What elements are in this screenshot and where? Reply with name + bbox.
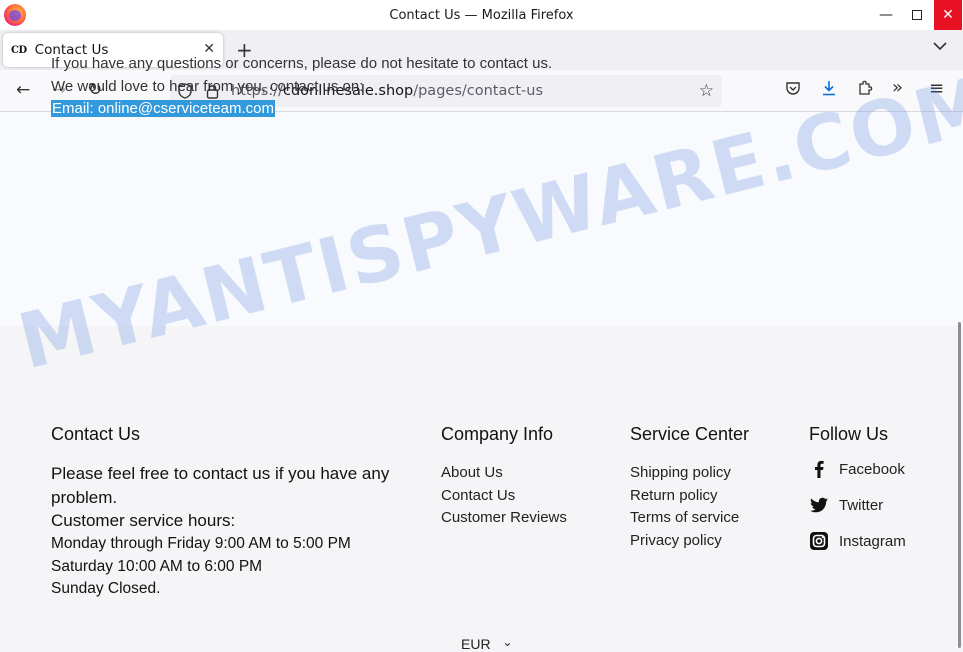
close-window-button[interactable]: ✕ <box>934 0 962 30</box>
footer-link-shipping-policy[interactable]: Shipping policy <box>630 462 749 485</box>
instagram-icon <box>809 531 829 551</box>
window-title: Contact Us — Mozilla Firefox <box>389 7 574 23</box>
footer-contact-column: Contact Us Please feel free to contact u… <box>51 424 391 601</box>
footer-link-contact-us[interactable]: Contact Us <box>441 485 567 508</box>
bookmark-star-icon[interactable]: ☆ <box>699 81 714 101</box>
puzzle-piece-icon <box>859 80 873 95</box>
footer-service-heading: Service Center <box>630 424 750 444</box>
footer-link-terms-of-service[interactable]: Terms of service <box>630 507 749 530</box>
social-link-instagram[interactable]: Instagram <box>809 523 906 559</box>
currency-value: EUR <box>461 636 491 652</box>
chevron-down-icon <box>933 42 947 51</box>
footer-link-about-us[interactable]: About Us <box>441 462 567 485</box>
maximize-button[interactable] <box>903 0 931 30</box>
back-button[interactable]: ← <box>16 80 30 100</box>
footer-link-customer-reviews[interactable]: Customer Reviews <box>441 507 567 530</box>
content-section <box>0 112 963 326</box>
chevron-down-icon: ⌄ <box>502 635 513 649</box>
app-menu-button[interactable]: ≡ <box>929 78 944 99</box>
intro-line-1: If you have any questions or concerns, p… <box>51 55 553 72</box>
favicon-icon: CD <box>11 44 27 56</box>
firefox-logo-icon <box>4 4 26 26</box>
title-bar: Contact Us — Mozilla Firefox — ✕ <box>0 0 963 30</box>
footer-link-return-policy[interactable]: Return policy <box>630 485 749 508</box>
footer-service-column: Service Center Shipping policy Return po… <box>630 424 749 553</box>
currency-selector[interactable]: EUR ⌄ <box>461 635 513 652</box>
social-link-twitter[interactable]: Twitter <box>809 487 906 523</box>
footer-hours-sunday: Sunday Closed. <box>51 580 161 598</box>
footer-hours-label: Customer service hours: <box>51 511 236 530</box>
page-scrollbar[interactable] <box>958 322 961 648</box>
footer-contact-text: Please feel free to contact us if you ha… <box>51 464 390 507</box>
footer-hours-weekday: Monday through Friday 9:00 AM to 5:00 PM <box>51 535 351 552</box>
pocket-button[interactable] <box>785 80 801 100</box>
more-tools-button[interactable]: » <box>892 77 903 98</box>
footer-company-column: Company Info About Us Contact Us Custome… <box>441 424 567 530</box>
footer-follow-heading: Follow Us <box>809 424 889 444</box>
footer-follow-column: Follow Us Facebook Twitter Instagram <box>809 424 906 559</box>
social-link-facebook[interactable]: Facebook <box>809 451 906 487</box>
download-icon <box>823 81 835 96</box>
maximize-icon <box>912 10 922 20</box>
twitter-label: Twitter <box>839 496 884 514</box>
facebook-icon <box>809 459 829 479</box>
footer-link-privacy-policy[interactable]: Privacy policy <box>630 530 749 553</box>
extensions-button[interactable] <box>857 80 873 100</box>
instagram-label: Instagram <box>839 532 906 550</box>
list-all-tabs-button[interactable] <box>933 40 947 55</box>
facebook-label: Facebook <box>839 460 905 478</box>
twitter-icon <box>809 495 829 515</box>
footer-company-heading: Company Info <box>441 424 554 444</box>
footer-contact-heading: Contact Us <box>51 424 141 444</box>
footer-hours-saturday: Saturday 10:00 AM to 6:00 PM <box>51 557 263 575</box>
email-address-selected[interactable]: Email: online@cserviceteam.com <box>51 100 275 117</box>
downloads-button[interactable] <box>821 80 837 100</box>
contact-intro: If you have any questions or concerns, p… <box>51 53 552 121</box>
minimize-button[interactable]: — <box>872 0 900 30</box>
intro-line-2: We would love to hear from you, contact … <box>51 77 364 95</box>
pocket-icon <box>786 82 800 95</box>
